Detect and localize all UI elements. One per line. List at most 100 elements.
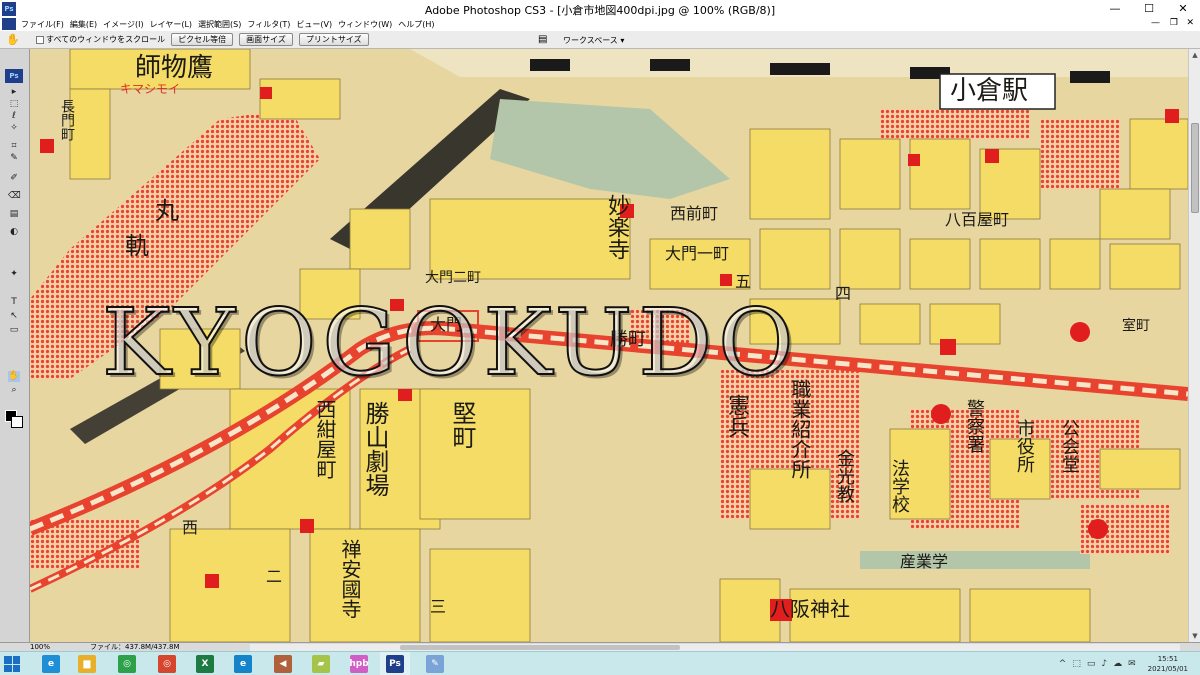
menu-layer[interactable]: レイヤー(L): [147, 19, 195, 30]
tray-overflow-icon[interactable]: ^: [1059, 659, 1067, 669]
options-bar: ✋ すべてのウィンドウをスクロール ピクセル等倍 画面サイズ プリントサイズ ▤…: [0, 31, 1200, 49]
magic-wand-tool-icon[interactable]: ✧: [8, 123, 20, 134]
menu-image[interactable]: イメージ(I): [100, 19, 146, 30]
shape-tool-icon[interactable]: ▭: [8, 325, 20, 336]
map-label: 西紺屋町: [313, 399, 337, 479]
scroll-down-arrow-icon[interactable]: ▼: [1189, 630, 1200, 642]
map-label: 妙楽寺: [604, 194, 629, 260]
map-label: 勝山劇場: [361, 401, 389, 497]
lasso-tool-icon[interactable]: ℓ: [8, 111, 20, 122]
map-label: 八阪神社: [770, 597, 850, 621]
horizontal-scrollbar[interactable]: [250, 644, 1180, 651]
map-label: 長門町: [59, 99, 75, 141]
map-label: 二: [266, 567, 283, 586]
workspace-icon[interactable]: ▤: [538, 34, 552, 46]
map-label: 八百屋町: [945, 210, 1010, 229]
clock[interactable]: 15:51 2021/05/01: [1148, 654, 1188, 674]
zoom-tool-icon[interactable]: ⌕: [8, 385, 20, 396]
maximize-button[interactable]: ☐: [1132, 0, 1166, 17]
folder-app-icon[interactable]: ▰: [312, 655, 330, 673]
speaker-app-icon[interactable]: ◀: [274, 655, 292, 673]
map-label: 師物鷹: [135, 53, 214, 83]
map-label: 産業学: [900, 552, 949, 571]
gradient-tool-icon[interactable]: ▤: [8, 209, 20, 220]
paint-app-icon[interactable]: ✎: [426, 655, 444, 673]
document-icon[interactable]: [2, 18, 16, 30]
menu-file[interactable]: ファイル(F): [18, 19, 67, 30]
ie-icon[interactable]: e: [42, 655, 60, 673]
type-tool-icon[interactable]: T: [8, 297, 20, 308]
map-label: 法学校: [889, 459, 910, 513]
map-label: 大門一町: [665, 244, 730, 263]
title-bar: Ps Adobe Photoshop CS3 - [小倉市地図400dpi.jp…: [0, 0, 1200, 17]
scroll-up-arrow-icon[interactable]: ▲: [1189, 49, 1200, 61]
close-button[interactable]: ✕: [1166, 0, 1200, 17]
workspace-menu[interactable]: ワークスペース ▾: [563, 35, 624, 46]
chrome-icon[interactable]: ◎: [118, 655, 136, 673]
map-label: 警察署: [964, 399, 985, 453]
system-tray: ^ ⬚ ▭ ♪ ☁ ✉ 15:51 2021/05/01: [1059, 652, 1200, 675]
menu-bar: ファイル(F) 編集(E) イメージ(I) レイヤー(L) 選択範囲(S) フィ…: [0, 17, 1200, 31]
excel-icon[interactable]: X: [196, 655, 214, 673]
vertical-scrollbar[interactable]: ▲ ▼: [1188, 49, 1200, 642]
checkbox-box[interactable]: [36, 35, 44, 44]
brush-tool-icon[interactable]: ✐: [8, 173, 20, 184]
edge-icon[interactable]: e: [234, 655, 252, 673]
status-bar: 100% ファイル：437.8M/437.8M: [0, 642, 1200, 651]
background-color-swatch[interactable]: [11, 416, 23, 428]
doc-minimize-button[interactable]: —: [1151, 18, 1160, 28]
doc-restore-button[interactable]: ❐: [1170, 18, 1178, 28]
menu-filter[interactable]: フィルタ(T): [244, 19, 293, 30]
menu-view[interactable]: ビュー(V): [293, 19, 335, 30]
chrome-profile-icon[interactable]: ◎: [158, 655, 176, 673]
path-selection-tool-icon[interactable]: ↖: [8, 311, 20, 322]
tray-message-icon[interactable]: ✉: [1128, 659, 1136, 669]
fit-screen-button[interactable]: 画面サイズ: [239, 33, 293, 46]
pen-tool-icon[interactable]: ✦: [8, 269, 20, 280]
dodge-tool-icon[interactable]: ◐: [8, 227, 20, 238]
actual-pixels-button[interactable]: ピクセル等倍: [171, 33, 234, 46]
scroll-all-label: すべてのウィンドウをスクロール: [46, 35, 166, 44]
scroll-thumb[interactable]: [1191, 123, 1199, 213]
photoshop-app-icon[interactable]: Ps: [2, 1, 16, 16]
tray-app-icon[interactable]: ⬚: [1072, 659, 1081, 669]
marquee-tool-icon[interactable]: ⬚: [8, 99, 20, 110]
menu-edit[interactable]: 編集(E): [67, 19, 100, 30]
hand-tool-button[interactable]: ✋: [8, 371, 20, 382]
menu-help[interactable]: ヘルプ(H): [395, 19, 437, 30]
zoom-level[interactable]: 100%: [30, 643, 60, 651]
start-button[interactable]: [4, 656, 20, 672]
hand-tool-icon[interactable]: ✋: [6, 33, 20, 47]
file-explorer-icon[interactable]: ▆: [78, 655, 96, 673]
map-label: 五: [735, 272, 752, 291]
tray-cloud-icon[interactable]: ☁: [1113, 659, 1122, 669]
watermark-text: KYOGOKUDO: [101, 288, 800, 397]
eyedropper-tool-icon[interactable]: ✎: [8, 153, 20, 164]
taskbar: e ▆ ◎ ◎ X e ◀ ▰ hpb Ps ✎ ^ ⬚ ▭ ♪ ☁ ✉ 15:…: [0, 651, 1200, 675]
map-label: 軌: [125, 232, 149, 260]
hpb-icon[interactable]: hpb: [349, 655, 369, 673]
map-label-station: 小倉駅: [950, 76, 1029, 106]
menu-window[interactable]: ウィンドウ(W): [335, 19, 395, 30]
photoshop-icon[interactable]: Ps: [386, 655, 404, 673]
ps-badge: Ps: [5, 69, 23, 83]
map-label: 大門二町: [425, 270, 481, 286]
minimize-button[interactable]: —: [1098, 0, 1132, 17]
tray-network-icon[interactable]: ▭: [1087, 659, 1096, 669]
map-label: 禅安國寺: [338, 539, 362, 619]
move-tool-icon[interactable]: ▸: [8, 87, 20, 98]
map-label: 室町: [1122, 318, 1150, 334]
print-size-button[interactable]: プリントサイズ: [298, 33, 369, 46]
menu-select[interactable]: 選択範囲(S): [195, 19, 244, 30]
scroll-all-windows-checkbox[interactable]: すべてのウィンドウをスクロール: [36, 34, 165, 45]
map-label: 四: [835, 284, 852, 303]
map-label: 公会堂: [1059, 419, 1080, 473]
crop-tool-icon[interactable]: ⌗: [8, 141, 20, 152]
tools-panel: Ps ▸ ⬚ ℓ ✧ ⌗ ✎ ✐ ⌫ ▤ ◐ ✦ T ↖ ▭ ✋ ⌕: [0, 49, 30, 642]
doc-close-button[interactable]: ✕: [1186, 18, 1194, 28]
document-canvas[interactable]: 小倉駅 師物鷹 キマシモイ 長門町 丸 軌 西前町 八百屋町 大門一町 大門二町…: [30, 49, 1188, 642]
eraser-tool-icon[interactable]: ⌫: [8, 191, 21, 202]
horizontal-scroll-thumb[interactable]: [400, 645, 680, 650]
map-label: キマシモイ: [120, 82, 181, 96]
tray-volume-icon[interactable]: ♪: [1101, 659, 1107, 669]
